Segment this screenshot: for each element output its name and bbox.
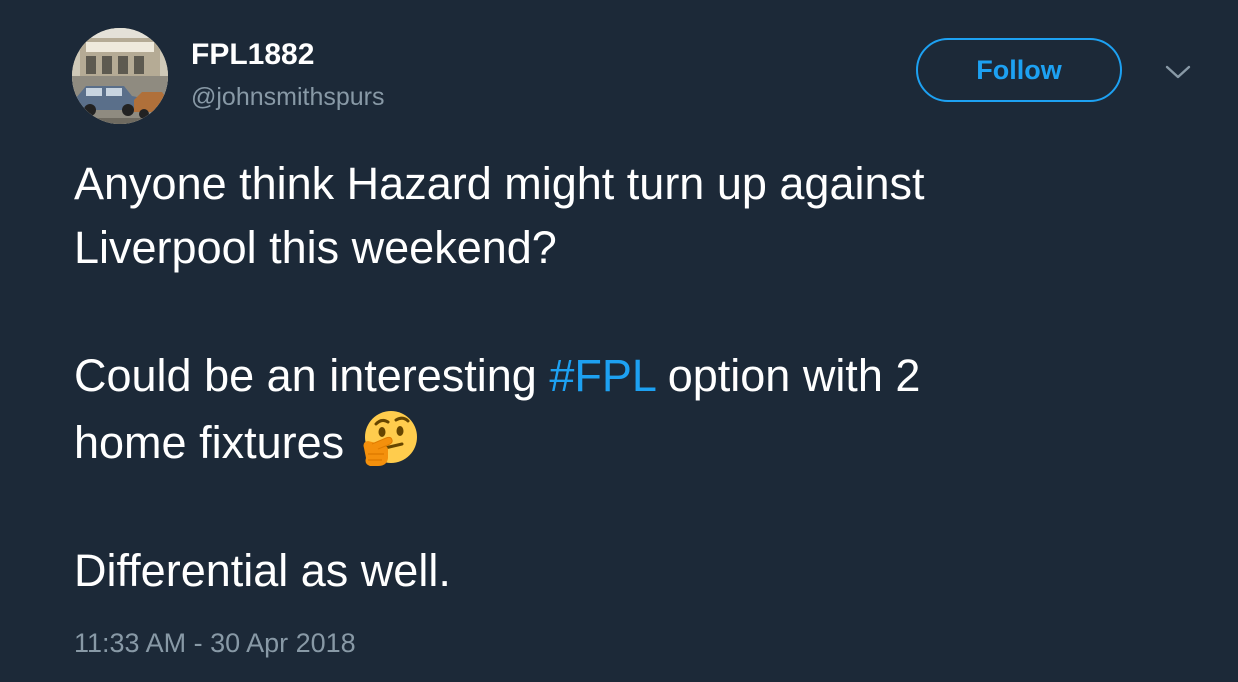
tweet-text: Anyone think Hazard might turn up agains… xyxy=(74,152,1174,603)
tweet-text-segment: Could be an interesting xyxy=(74,350,550,401)
avatar-image xyxy=(72,28,168,124)
display-name[interactable]: FPL1882 xyxy=(191,38,314,72)
tweet-line: Anyone think Hazard might turn up agains… xyxy=(74,158,925,209)
follow-button[interactable]: Follow xyxy=(916,38,1122,102)
tweet-text-segment: option with 2 xyxy=(655,350,921,401)
tweet-line: Could be an interesting #FPL option with… xyxy=(74,344,1174,408)
avatar[interactable] xyxy=(72,28,168,124)
chevron-down-icon[interactable] xyxy=(1164,62,1192,82)
thinking-face-icon xyxy=(358,408,420,470)
tweet-text-segment: home fixtures xyxy=(74,417,345,468)
hashtag-link[interactable]: #FPL xyxy=(549,350,655,401)
tweet-line: Liverpool this weekend? xyxy=(74,222,557,273)
tweet-line: home fixtures xyxy=(74,408,1174,475)
timestamp[interactable]: 11:33 AM - 30 Apr 2018 xyxy=(74,626,356,660)
tweet-line: Differential as well. xyxy=(74,545,451,596)
username[interactable]: @johnsmithspurs xyxy=(191,82,385,112)
